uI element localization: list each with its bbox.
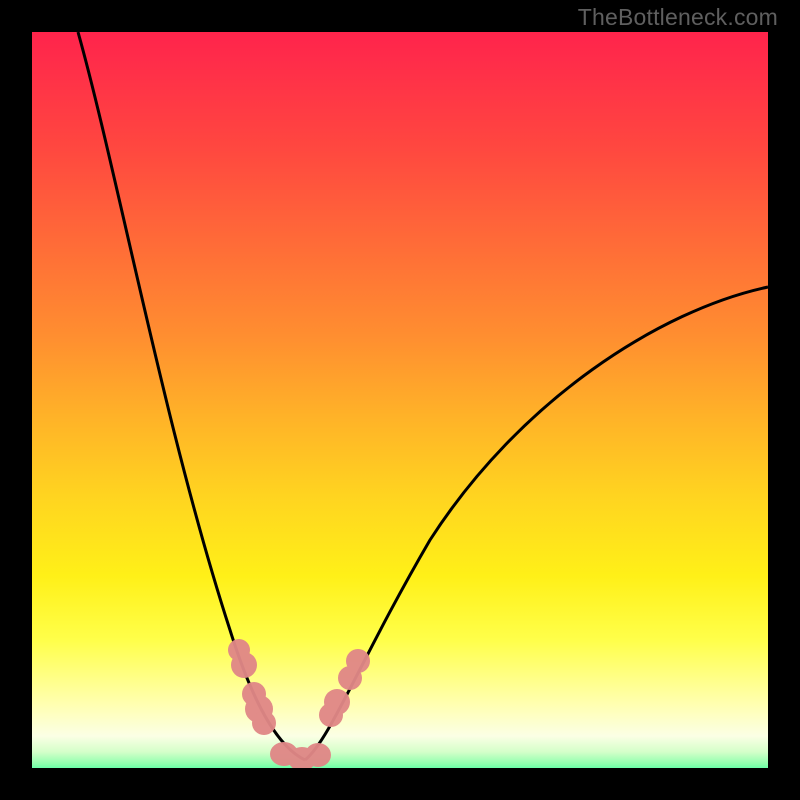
frame-left [0,0,32,800]
background-gradient [0,0,800,800]
watermark-text: TheBottleneck.com [578,4,778,31]
chart-root: TheBottleneck.com [0,0,800,800]
frame-right [768,0,800,800]
frame-bottom [0,768,800,800]
